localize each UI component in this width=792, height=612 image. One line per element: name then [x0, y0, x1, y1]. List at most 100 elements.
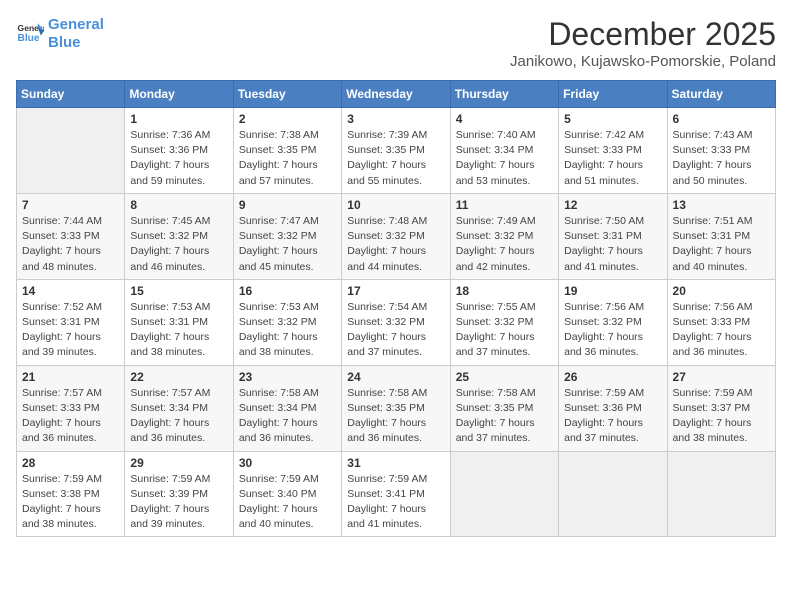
calendar-cell: 25 Sunrise: 7:58 AMSunset: 3:35 PMDayligh… [450, 365, 558, 451]
calendar-cell: 7Sunrise: 7:44 AMSunset: 3:33 PMDaylight… [17, 193, 125, 279]
day-number: 5 [564, 112, 661, 126]
day-header-friday: Friday [559, 81, 667, 108]
svg-text:Blue: Blue [18, 33, 40, 44]
day-number: 30 [239, 456, 336, 470]
calendar-cell: 6 Sunrise: 7:43 AMSunset: 3:33 PMDaylight… [667, 108, 775, 194]
day-number: 29 [130, 456, 227, 470]
calendar-cell [559, 451, 667, 537]
day-info: Sunrise: 7:59 AMSunset: 3:40 PMDaylight:… [239, 472, 336, 533]
day-info: Sunrise: 7:59 AMSunset: 3:36 PMDaylight:… [564, 386, 661, 447]
day-number: 31 [347, 456, 444, 470]
calendar-cell: 17Sunrise: 7:54 AMSunset: 3:32 PMDayligh… [342, 279, 450, 365]
day-info: Sunrise: 7:47 AMSunset: 3:32 PMDaylight:… [239, 214, 336, 275]
week-row-4: 21 Sunrise: 7:57 AMSunset: 3:33 PMDayligh… [17, 365, 776, 451]
day-info: Sunrise: 7:45 AMSunset: 3:32 PMDaylight:… [130, 214, 227, 275]
logo-text-line1: General [48, 16, 104, 34]
day-info: Sunrise: 7:57 AMSunset: 3:33 PMDaylight:… [22, 386, 119, 447]
day-header-sunday: Sunday [17, 81, 125, 108]
subtitle: Janikowo, Kujawsko-Pomorskie, Poland [510, 53, 776, 70]
day-info: Sunrise: 7:43 AMSunset: 3:33 PMDaylight:… [673, 128, 770, 189]
day-number: 18 [456, 284, 553, 298]
day-info: Sunrise: 7:56 AMSunset: 3:33 PMDaylight:… [673, 300, 770, 361]
day-info: Sunrise: 7:58 AMSunset: 3:35 PMDaylight:… [347, 386, 444, 447]
calendar-cell: 4Sunrise: 7:40 AMSunset: 3:34 PMDaylight… [450, 108, 558, 194]
day-header-monday: Monday [125, 81, 233, 108]
days-header-row: SundayMondayTuesdayWednesdayThursdayFrid… [17, 81, 776, 108]
day-number: 3 [347, 112, 444, 126]
day-info: Sunrise: 7:51 AMSunset: 3:31 PMDaylight:… [673, 214, 770, 275]
day-info: Sunrise: 7:53 AMSunset: 3:32 PMDaylight:… [239, 300, 336, 361]
day-number: 4 [456, 112, 553, 126]
calendar-cell: 24Sunrise: 7:58 AMSunset: 3:35 PMDayligh… [342, 365, 450, 451]
day-number: 11 [456, 198, 553, 212]
calendar-cell: 22Sunrise: 7:57 AMSunset: 3:34 PMDayligh… [125, 365, 233, 451]
logo-icon: General Blue [16, 20, 44, 48]
calendar-cell [450, 451, 558, 537]
week-row-2: 7Sunrise: 7:44 AMSunset: 3:33 PMDaylight… [17, 193, 776, 279]
day-number: 1 [130, 112, 227, 126]
day-info: Sunrise: 7:59 AMSunset: 3:41 PMDaylight:… [347, 472, 444, 533]
day-header-wednesday: Wednesday [342, 81, 450, 108]
day-info: Sunrise: 7:52 AMSunset: 3:31 PMDaylight:… [22, 300, 119, 361]
calendar-cell: 28 Sunrise: 7:59 AMSunset: 3:38 PMDayligh… [17, 451, 125, 537]
day-number: 10 [347, 198, 444, 212]
calendar-cell: 30 Sunrise: 7:59 AMSunset: 3:40 PMDayligh… [233, 451, 341, 537]
calendar-cell: 20 Sunrise: 7:56 AMSunset: 3:33 PMDayligh… [667, 279, 775, 365]
day-header-thursday: Thursday [450, 81, 558, 108]
calendar-cell: 13Sunrise: 7:51 AMSunset: 3:31 PMDayligh… [667, 193, 775, 279]
week-row-1: 1 Sunrise: 7:36 AMSunset: 3:36 PMDaylight… [17, 108, 776, 194]
page-header: General Blue General Blue December 2025 … [16, 16, 776, 70]
day-number: 23 [239, 370, 336, 384]
day-info: Sunrise: 7:42 AMSunset: 3:33 PMDaylight:… [564, 128, 661, 189]
calendar-cell: 10 Sunrise: 7:48 AMSunset: 3:32 PMDayligh… [342, 193, 450, 279]
calendar-cell: 14 Sunrise: 7:52 AMSunset: 3:31 PMDayligh… [17, 279, 125, 365]
week-row-5: 28 Sunrise: 7:59 AMSunset: 3:38 PMDayligh… [17, 451, 776, 537]
calendar-cell: 1 Sunrise: 7:36 AMSunset: 3:36 PMDaylight… [125, 108, 233, 194]
day-number: 7 [22, 198, 119, 212]
day-number: 16 [239, 284, 336, 298]
day-header-saturday: Saturday [667, 81, 775, 108]
day-number: 25 [456, 370, 553, 384]
calendar-cell: 31 Sunrise: 7:59 AMSunset: 3:41 PMDayligh… [342, 451, 450, 537]
title-block: December 2025 Janikowo, Kujawsko-Pomorsk… [510, 16, 776, 70]
day-number: 28 [22, 456, 119, 470]
calendar-cell: 21 Sunrise: 7:57 AMSunset: 3:33 PMDayligh… [17, 365, 125, 451]
day-info: Sunrise: 7:55 AMSunset: 3:32 PMDaylight:… [456, 300, 553, 361]
day-number: 17 [347, 284, 444, 298]
logo-text-line2: Blue [48, 34, 104, 52]
calendar-cell: 27Sunrise: 7:59 AMSunset: 3:37 PMDayligh… [667, 365, 775, 451]
calendar-cell: 15 Sunrise: 7:53 AMSunset: 3:31 PMDayligh… [125, 279, 233, 365]
day-info: Sunrise: 7:39 AMSunset: 3:35 PMDaylight:… [347, 128, 444, 189]
calendar-cell: 12Sunrise: 7:50 AMSunset: 3:31 PMDayligh… [559, 193, 667, 279]
day-number: 20 [673, 284, 770, 298]
day-info: Sunrise: 7:49 AMSunset: 3:32 PMDaylight:… [456, 214, 553, 275]
day-number: 27 [673, 370, 770, 384]
calendar-cell [17, 108, 125, 194]
day-number: 8 [130, 198, 227, 212]
week-row-3: 14 Sunrise: 7:52 AMSunset: 3:31 PMDayligh… [17, 279, 776, 365]
day-info: Sunrise: 7:36 AMSunset: 3:36 PMDaylight:… [130, 128, 227, 189]
day-info: Sunrise: 7:50 AMSunset: 3:31 PMDaylight:… [564, 214, 661, 275]
calendar-cell: 26 Sunrise: 7:59 AMSunset: 3:36 PMDayligh… [559, 365, 667, 451]
day-number: 6 [673, 112, 770, 126]
day-info: Sunrise: 7:53 AMSunset: 3:31 PMDaylight:… [130, 300, 227, 361]
day-info: Sunrise: 7:59 AMSunset: 3:39 PMDaylight:… [130, 472, 227, 533]
day-number: 22 [130, 370, 227, 384]
logo: General Blue General Blue [16, 16, 104, 52]
calendar-cell: 19Sunrise: 7:56 AMSunset: 3:32 PMDayligh… [559, 279, 667, 365]
calendar-cell: 18 Sunrise: 7:55 AMSunset: 3:32 PMDayligh… [450, 279, 558, 365]
day-number: 21 [22, 370, 119, 384]
calendar-cell: 8 Sunrise: 7:45 AMSunset: 3:32 PMDaylight… [125, 193, 233, 279]
day-number: 2 [239, 112, 336, 126]
day-info: Sunrise: 7:38 AMSunset: 3:35 PMDaylight:… [239, 128, 336, 189]
calendar-cell: 3 Sunrise: 7:39 AMSunset: 3:35 PMDaylight… [342, 108, 450, 194]
day-info: Sunrise: 7:56 AMSunset: 3:32 PMDaylight:… [564, 300, 661, 361]
day-number: 26 [564, 370, 661, 384]
day-info: Sunrise: 7:58 AMSunset: 3:35 PMDaylight:… [456, 386, 553, 447]
day-number: 15 [130, 284, 227, 298]
day-info: Sunrise: 7:59 AMSunset: 3:38 PMDaylight:… [22, 472, 119, 533]
calendar-table: SundayMondayTuesdayWednesdayThursdayFrid… [16, 80, 776, 537]
day-info: Sunrise: 7:48 AMSunset: 3:32 PMDaylight:… [347, 214, 444, 275]
day-number: 14 [22, 284, 119, 298]
calendar-cell [667, 451, 775, 537]
